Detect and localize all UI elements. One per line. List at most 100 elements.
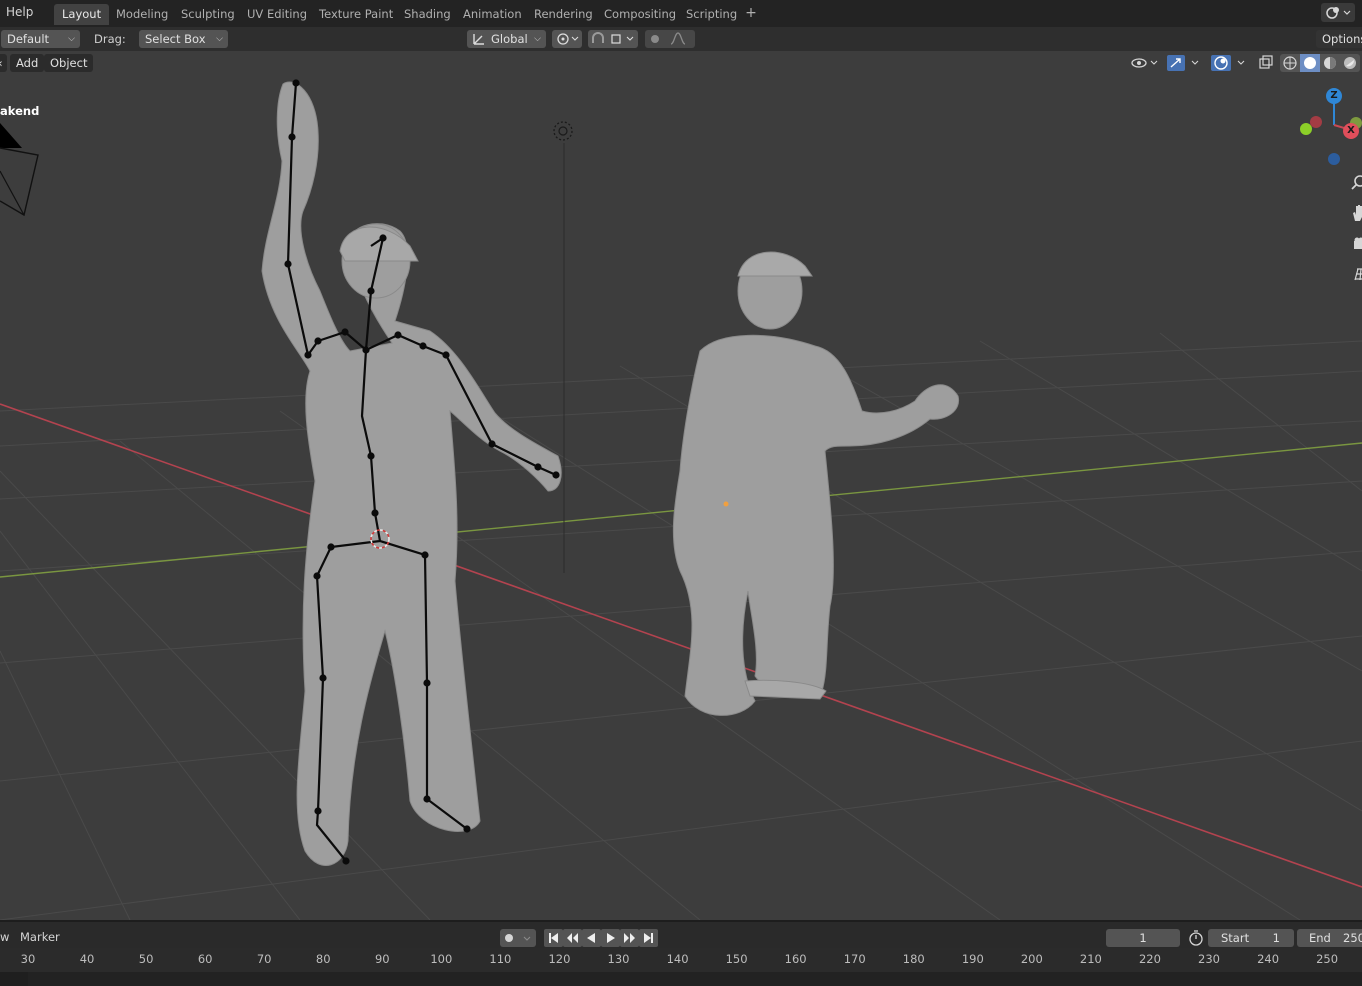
chevron-down-icon: ⌵ [534,34,541,44]
drag-value: Select Box [145,32,206,46]
camera-object [0,123,39,217]
start-label: Start [1221,931,1250,945]
play-reverse-button[interactable] [582,929,601,947]
ruler-tick-label: 190 [961,952,984,966]
human-mesh-crouching [672,251,960,716]
floor-grid [0,332,1362,920]
camera-icon [1354,237,1362,249]
tab-compositing[interactable]: Compositing [596,4,684,25]
navigation-gizmo[interactable]: Z X [1296,85,1362,165]
workspace-topbar: Help Layout Modeling Sculpting UV Editing Te… [0,0,1362,28]
drag-select-dropdown[interactable]: Select Box ⌵ [139,30,228,48]
play-button[interactable] [601,929,620,947]
ruler-tick-label: 110 [489,952,512,966]
hand-icon [1353,205,1362,221]
ruler-tick-label: 150 [725,952,748,966]
wireframe-shading-icon [1283,56,1297,70]
timeline-header: w Marker 1 Start 1 End 250 [0,920,1362,950]
3d-viewport[interactable]: ‹ Add Object akend [0,51,1362,920]
overlays-icon [1211,55,1245,71]
gizmo-icon [1167,55,1199,71]
tab-texture-paint[interactable]: Texture Paint [311,4,401,25]
auto-keying-button[interactable] [500,929,536,947]
preview-range-toggle[interactable] [1187,929,1205,947]
zoom-icon [1351,175,1362,190]
perspective-toggle-button[interactable] [1349,263,1362,287]
gizmo-z-axis[interactable]: Z [1326,88,1342,104]
proportional-falloff-icon [651,32,686,45]
camera-view-button[interactable] [1349,232,1362,256]
origin-point [723,501,729,507]
viewport-menu-view-fragment[interactable]: ‹ [0,54,7,72]
scene-selector-icon [1326,7,1351,19]
ruler-tick-label: 170 [843,952,866,966]
visibility-button[interactable] [1129,54,1161,72]
options-label: Options [1322,32,1362,46]
overlays-button[interactable] [1210,54,1250,72]
tab-modeling[interactable]: Modeling [108,4,176,25]
tab-sculpting[interactable]: Sculpting [173,4,243,25]
timeline-marker-menu[interactable]: Marker [20,930,60,944]
chevron-down-icon: ⌵ [68,34,75,44]
ruler-tick-label: 70 [256,952,272,966]
end-value: 250 [1343,931,1362,945]
pivot-point-button[interactable] [552,30,582,48]
tool-header: Default ⌵ Drag: Select Box ⌵ Global ⌵ Op… [0,27,1362,51]
ruler-tick-label: 250 [1316,952,1339,966]
orientation-dropdown[interactable]: Default ⌵ [1,30,80,48]
solid-shading-icon [1304,57,1316,69]
shading-mode-group [1280,54,1360,72]
orientation-value: Default [7,32,50,46]
grid-perspective-icon [1354,268,1362,281]
snap-magnet-icon [592,32,634,44]
tab-layout[interactable]: Layout [54,4,110,25]
drag-label: Drag: [94,32,126,46]
frame-ruler[interactable]: 30 40 50 60 70 80 90 100 110 120 130 140 150 160 170 18… [0,948,1362,972]
next-keyframe-button[interactable] [620,929,639,947]
pan-button[interactable] [1349,201,1362,225]
ruler-tick-label: 180 [902,952,925,966]
ruler-tick-label: 240 [1257,952,1280,966]
current-frame-value: 1 [1139,931,1147,945]
tab-scripting[interactable]: Scripting [678,4,745,25]
timeline-area[interactable] [0,972,1362,986]
ruler-tick-label: 40 [79,952,95,966]
scene-selector-button[interactable] [1321,3,1355,22]
options-dropdown[interactable]: Options [1316,30,1362,48]
transform-orientation-dropdown[interactable]: Global ⌵ [467,30,546,48]
jump-to-start-button[interactable] [544,929,563,947]
human-mesh-standing [261,81,562,866]
zoom-button[interactable] [1349,171,1362,195]
pivot-point-icon [557,33,579,45]
tab-rendering[interactable]: Rendering [526,4,601,25]
jump-to-end-button[interactable] [639,929,658,947]
record-icon [505,934,531,942]
snapping-button[interactable] [588,30,638,48]
menu-add[interactable]: Add [10,54,45,72]
ruler-tick-label: 200 [1020,952,1043,966]
chevron-down-icon: ⌵ [216,34,223,44]
transform-axes-icon [473,34,484,45]
xray-icon [1259,55,1273,69]
start-frame-field[interactable]: Start 1 [1208,929,1294,947]
help-menu[interactable]: Help [6,5,33,19]
proportional-editing-button[interactable] [645,30,695,48]
ruler-tick-label: 90 [374,952,390,966]
tab-animation[interactable]: Animation [455,4,530,25]
light-object [553,121,573,573]
gizmo-x-axis[interactable]: X [1343,123,1359,139]
ruler-tick-label: 220 [1138,952,1161,966]
current-frame-field[interactable]: 1 [1106,929,1180,947]
ruler-tick-label: 60 [197,952,213,966]
menu-object[interactable]: Object [44,54,94,72]
tab-uv-editing[interactable]: UV Editing [239,4,315,25]
timeline-view-menu[interactable]: w [0,930,9,944]
previous-keyframe-button[interactable] [563,929,582,947]
ruler-tick-label: 30 [20,952,36,966]
gizmo-toggle-button[interactable] [1166,54,1204,72]
tab-shading[interactable]: Shading [396,4,459,25]
xray-toggle[interactable] [1257,54,1275,72]
end-frame-field[interactable]: End 250 [1297,929,1362,947]
add-workspace-button[interactable]: + [743,5,759,22]
play-reverse-icon [587,933,595,943]
